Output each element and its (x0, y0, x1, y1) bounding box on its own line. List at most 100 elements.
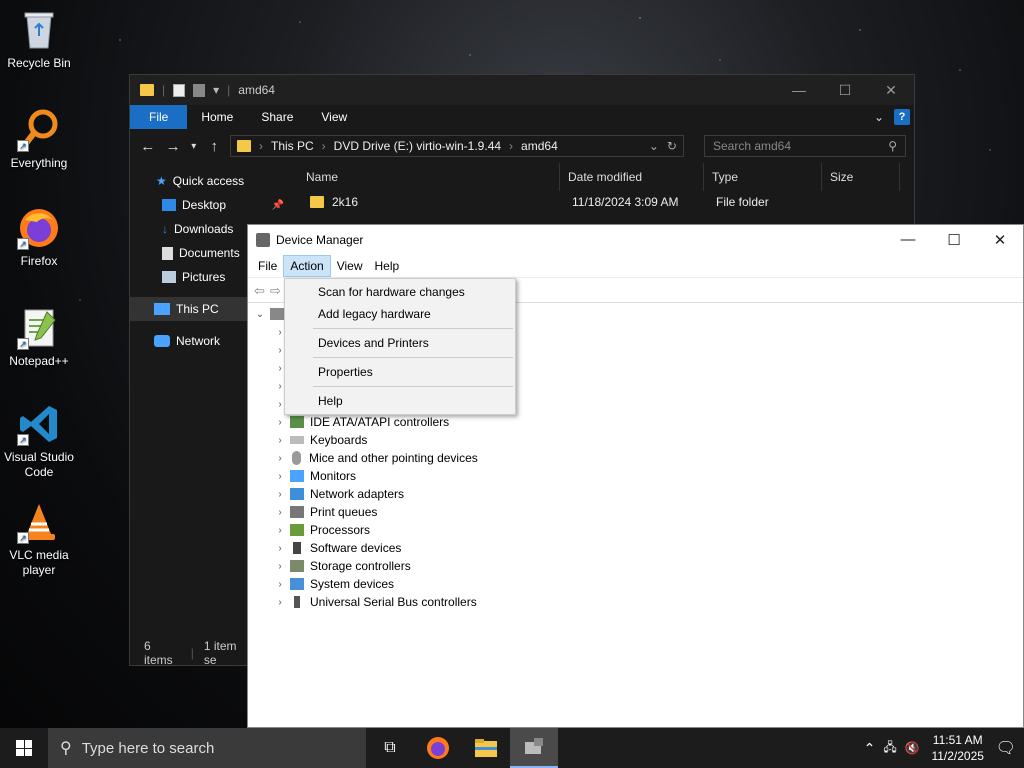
file-row[interactable]: 2k16 11/18/2024 3:09 AM File folder (298, 191, 914, 213)
tree-label: Monitors (310, 469, 357, 483)
ribbon-tabs: File Home Share View ⌄ ? (130, 105, 914, 129)
column-size[interactable]: Size (822, 163, 900, 191)
notification-icon[interactable]: 🗨 (996, 738, 1016, 758)
desktop-icon-firefox[interactable]: ↗ Firefox (2, 206, 76, 269)
storage-controller-icon (290, 560, 304, 572)
tree-label: Storage controllers (310, 559, 411, 573)
recent-locations-icon[interactable]: ▾ (189, 141, 199, 152)
breadcrumb-amd64[interactable]: amd64 (521, 139, 558, 153)
tree-node-ide[interactable]: › IDE ATA/ATAPI controllers (248, 413, 1023, 431)
desktop-icon-everything[interactable]: ↗ Everything (2, 108, 76, 171)
taskbar-file-explorer[interactable] (462, 728, 510, 768)
menu-file[interactable]: File (252, 256, 283, 276)
explorer-titlebar[interactable]: | ▾ | amd64 — ☐ ✕ (130, 75, 914, 105)
menu-item-devices-printers[interactable]: Devices and Printers (285, 332, 515, 354)
expand-chevron-icon[interactable]: › (272, 525, 288, 536)
menu-item-properties[interactable]: Properties (285, 361, 515, 383)
address-dropdown-icon[interactable]: ⌄ (649, 139, 659, 153)
refresh-icon[interactable]: ↻ (667, 139, 677, 153)
tree-node-monitors[interactable]: › Monitors (248, 467, 1023, 485)
tab-home[interactable]: Home (187, 105, 247, 129)
chevron-up-icon[interactable]: ⌃ (864, 740, 876, 757)
volume-muted-icon[interactable]: 🔇 (905, 741, 920, 755)
tree-node-network[interactable]: › Network adapters (248, 485, 1023, 503)
menu-item-help[interactable]: Help (285, 390, 515, 412)
tree-node-mice[interactable]: › Mice and other pointing devices (248, 449, 1023, 467)
maximize-icon[interactable]: ☐ (931, 231, 977, 249)
customize-quick-access-icon[interactable]: ▾ (213, 83, 219, 97)
tree-node-usb[interactable]: › Universal Serial Bus controllers (248, 593, 1023, 611)
expand-ribbon-icon[interactable]: ⌄ (874, 110, 884, 124)
properties-icon[interactable] (173, 83, 186, 97)
expand-chevron-icon[interactable]: › (272, 471, 288, 482)
nav-quick-access[interactable]: ★ Quick access (130, 169, 288, 193)
taskbar-device-manager[interactable] (510, 728, 558, 768)
menu-separator (313, 357, 513, 358)
task-view-button[interactable]: ⧉ (366, 728, 414, 768)
tree-node-print[interactable]: › Print queues (248, 503, 1023, 521)
column-type[interactable]: Type (704, 163, 822, 191)
tree-node-processors[interactable]: › Processors (248, 521, 1023, 539)
menu-item-scan-hardware[interactable]: Scan for hardware changes (285, 281, 515, 303)
desktop-icon-recycle-bin[interactable]: Recycle Bin (2, 8, 76, 71)
back-icon[interactable]: ← (138, 138, 157, 155)
tab-file[interactable]: File (130, 105, 188, 129)
expand-chevron-icon[interactable]: › (272, 543, 288, 554)
back-icon[interactable]: ⇦ (254, 283, 270, 298)
new-folder-icon[interactable] (193, 83, 206, 97)
processor-icon (290, 524, 304, 536)
taskbar-search-box[interactable]: ⚲ Type here to search (48, 728, 366, 768)
nav-label: Network (176, 334, 221, 348)
usb-icon (294, 596, 300, 608)
shortcut-arrow-icon: ↗ (17, 140, 29, 152)
expand-chevron-icon[interactable]: › (272, 435, 288, 446)
minimize-icon[interactable]: — (776, 82, 822, 99)
device-manager-titlebar[interactable]: Device Manager — ☐ ✕ (248, 225, 1023, 255)
ide-controller-icon (290, 416, 304, 428)
search-input[interactable]: Search amd64 ⚲ (703, 135, 906, 157)
tree-node-system[interactable]: › System devices (248, 575, 1023, 593)
menu-item-add-legacy-hardware[interactable]: Add legacy hardware (285, 303, 515, 325)
menu-view[interactable]: View (331, 256, 369, 276)
tree-label: System devices (310, 577, 395, 591)
collapse-chevron-icon[interactable]: ⌄ (252, 309, 268, 320)
breadcrumb-this-pc[interactable]: This PC (271, 139, 314, 153)
close-icon[interactable]: ✕ (868, 82, 914, 99)
breadcrumb-dvd-drive[interactable]: DVD Drive (E:) virtio-win-1.9.44 (334, 139, 501, 153)
network-tray-icon[interactable]: 🖧 (883, 738, 896, 759)
expand-chevron-icon[interactable]: › (272, 597, 288, 608)
tab-view[interactable]: View (307, 105, 361, 129)
firefox-icon: ↗ (17, 206, 61, 250)
start-button[interactable] (0, 728, 48, 768)
menu-action[interactable]: Action (283, 255, 331, 277)
tree-node-keyboards[interactable]: › Keyboards (248, 431, 1023, 449)
expand-chevron-icon[interactable]: › (272, 561, 288, 572)
tree-node-software[interactable]: › Software devices (248, 539, 1023, 557)
folder-icon (140, 84, 154, 96)
expand-chevron-icon[interactable]: › (272, 417, 288, 428)
expand-chevron-icon[interactable]: › (272, 453, 288, 464)
minimize-icon[interactable]: — (885, 231, 931, 249)
up-icon[interactable]: ↑ (205, 138, 224, 155)
forward-icon[interactable]: → (163, 138, 182, 155)
taskbar-firefox[interactable] (414, 728, 462, 768)
help-icon[interactable]: ? (894, 109, 910, 125)
desktop-icon-vlc[interactable]: ↗ VLC media player (2, 500, 76, 578)
column-name[interactable]: Name (298, 163, 560, 191)
address-bar[interactable]: › This PC › DVD Drive (E:) virtio-win-1.… (229, 135, 684, 157)
menu-help[interactable]: Help (369, 256, 406, 276)
tab-share[interactable]: Share (247, 105, 307, 129)
folder-icon (310, 196, 324, 208)
expand-chevron-icon[interactable]: › (272, 489, 288, 500)
clock[interactable]: 11:51 AM 11/2/2025 (928, 732, 988, 764)
column-date-modified[interactable]: Date modified (560, 163, 704, 191)
close-icon[interactable]: ✕ (977, 231, 1023, 249)
expand-chevron-icon[interactable]: › (272, 579, 288, 590)
tree-node-storage[interactable]: › Storage controllers (248, 557, 1023, 575)
nav-desktop[interactable]: Desktop 📌 (130, 193, 288, 217)
desktop-icon-notepadpp[interactable]: ↗ Notepad++ (2, 306, 76, 369)
desktop-icon-vscode[interactable]: ↗ Visual Studio Code (2, 402, 76, 480)
maximize-icon[interactable]: ☐ (822, 82, 868, 99)
expand-chevron-icon[interactable]: › (272, 507, 288, 518)
pin-icon[interactable]: 📌 (272, 200, 284, 211)
